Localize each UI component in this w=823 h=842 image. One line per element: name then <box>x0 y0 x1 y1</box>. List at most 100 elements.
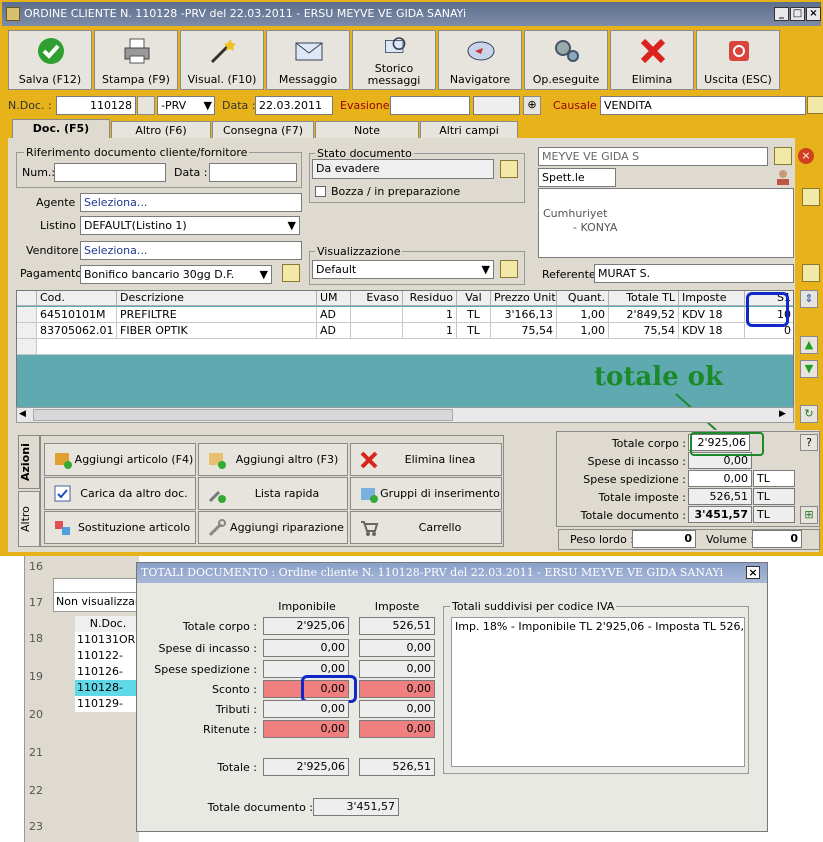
evasione-extra-field[interactable] <box>473 96 520 115</box>
cell-um[interactable]: AD <box>317 323 351 339</box>
save-button[interactable]: Salva (F12) <box>8 30 92 90</box>
visual-folder-icon[interactable] <box>500 260 518 278</box>
op-eseguite-button[interactable]: Op.eseguite <box>524 30 608 90</box>
calculator-icon[interactable]: ⊞ <box>800 506 818 524</box>
dlg-totale-imp[interactable]: 2'925,06 <box>263 758 349 776</box>
referente-folder-icon[interactable] <box>802 264 820 282</box>
add-article-button[interactable]: Aggiungi articolo (F4) <box>44 443 196 476</box>
col-header[interactable]: Evaso <box>351 291 403 306</box>
imposte-currency[interactable]: TL <box>753 488 795 505</box>
spedizione-currency[interactable]: TL <box>753 470 795 487</box>
dlg-tax-spedizione[interactable]: 0,00 <box>359 660 435 678</box>
tab-doc[interactable]: Doc. (F5) <box>12 119 110 138</box>
stato-field[interactable]: Da evadere <box>312 159 494 179</box>
dlg-tax-sconto[interactable]: 0,00 <box>359 680 435 698</box>
documento-currency[interactable]: TL <box>753 506 795 523</box>
grid-scrollbar[interactable]: ◀ ▶ <box>16 407 794 423</box>
message-button[interactable]: Messaggio <box>266 30 350 90</box>
cell-desc[interactable]: FIBER OPTIK <box>117 323 317 339</box>
cell-price[interactable]: 75,54 <box>491 323 557 339</box>
cell-residuo[interactable]: 1 <box>403 307 457 323</box>
dlg-imp-ritenute[interactable]: 0,00 <box>263 720 349 738</box>
col-header[interactable]: UM <box>317 291 351 306</box>
dlg-doc-value[interactable]: 3'451,57 <box>313 798 399 816</box>
volume-field[interactable]: 0 <box>752 530 802 548</box>
replace-article-button[interactable]: Sostituzione articolo <box>44 511 196 544</box>
tab-azioni[interactable]: Azioni <box>18 435 40 489</box>
venditore-field[interactable]: Seleziona... <box>80 241 302 260</box>
client-address-box[interactable]: Cumhuriyet - KONYA <box>538 188 794 258</box>
insert-groups-button[interactable]: Gruppi di inserimento <box>350 477 502 510</box>
col-header[interactable]: Imposte <box>679 291 745 306</box>
move-updown-icon[interactable]: ⇕ <box>800 290 818 308</box>
visual-button[interactable]: Visual. (F10) <box>180 30 264 90</box>
cell-um[interactable]: AD <box>317 307 351 323</box>
bozza-checkbox[interactable] <box>315 186 326 197</box>
row-selector[interactable] <box>17 307 37 323</box>
spett-field[interactable]: Spett.le <box>538 168 616 187</box>
load-doc-button[interactable]: Carica da altro doc. <box>44 477 196 510</box>
col-header[interactable]: Residuo <box>403 291 457 306</box>
pagamento-select[interactable]: Bonifico bancario 30gg D.F. ▼ <box>80 265 272 284</box>
client-name-field[interactable]: MEYVE VE GIDA S <box>538 147 768 166</box>
col-header[interactable]: Cod. <box>37 291 117 306</box>
agente-field[interactable]: Seleziona... <box>80 193 302 212</box>
repair-button[interactable]: Aggiungi riparazione <box>198 511 348 544</box>
cell-desc[interactable]: PREFILTRE <box>117 307 317 323</box>
bg-row[interactable]: 110126-PRV <box>75 664 141 680</box>
listino-select[interactable]: DEFAULT(Listino 1) ▼ <box>80 216 300 235</box>
referente-field[interactable]: MURAT S. <box>594 264 794 283</box>
ndoc-lookup-button[interactable] <box>137 96 155 115</box>
dlg-imp-incasso[interactable]: 0,00 <box>263 639 349 657</box>
print-button[interactable]: Stampa (F9) <box>94 30 178 90</box>
cell-tax[interactable]: KDV 18 <box>679 307 745 323</box>
cell-tax[interactable]: KDV 18 <box>679 323 745 339</box>
col-header[interactable]: Quant. <box>557 291 609 306</box>
totale-documento-field[interactable]: 3'451,57 <box>688 506 752 523</box>
bg-row-selected[interactable]: 110128-PRV <box>75 680 141 696</box>
visual-select[interactable]: Default ▼ <box>312 260 494 279</box>
dlg-imp-tributi[interactable]: 0,00 <box>263 700 349 718</box>
cell-evaso[interactable] <box>351 323 403 339</box>
navigator-button[interactable]: Navigatore <box>438 30 522 90</box>
causale-folder-icon[interactable] <box>807 96 823 114</box>
cell-val[interactable]: TL <box>457 307 491 323</box>
ndoc-field[interactable]: 110128 <box>56 96 136 115</box>
col-header[interactable]: Prezzo Unit <box>491 291 557 306</box>
cell-qty[interactable]: 1,00 <box>557 307 609 323</box>
totale-imposte-field[interactable]: 526,51 <box>688 488 752 505</box>
add-other-button[interactable]: Aggiungi altro (F3) <box>198 443 348 476</box>
dlg-totale-tax[interactable]: 526,51 <box>359 758 435 776</box>
cell-total[interactable]: 2'849,52 <box>609 307 679 323</box>
row-selector[interactable] <box>17 323 37 339</box>
col-header[interactable]: Totale TL <box>609 291 679 306</box>
evasione-field[interactable] <box>390 96 470 115</box>
date-field[interactable]: 22.03.2011 <box>255 96 333 115</box>
pagamento-folder-icon[interactable] <box>282 264 300 282</box>
cell-residuo[interactable]: 1 <box>403 323 457 339</box>
refresh-icon[interactable]: ↻ <box>800 405 818 423</box>
col-header[interactable]: Descrizione <box>117 291 317 306</box>
row-selector[interactable] <box>17 339 37 355</box>
scroll-left-icon[interactable]: ◀ <box>19 409 31 421</box>
arrow-up-icon[interactable]: ▲ <box>800 336 818 354</box>
delete-line-button[interactable]: Elimina linea <box>350 443 502 476</box>
rif-date-field[interactable] <box>209 163 297 182</box>
help-button[interactable]: ? <box>800 434 818 451</box>
scroll-right-icon[interactable]: ▶ <box>779 409 791 421</box>
tab-altro-side[interactable]: Altro <box>18 491 40 547</box>
scroll-thumb[interactable] <box>33 409 453 421</box>
cell-code[interactable]: 83705062.01 <box>37 323 117 339</box>
causale-field[interactable]: VENDITA <box>600 96 806 115</box>
message-history-button[interactable]: Storico messaggi <box>352 30 436 90</box>
client-folder-icon[interactable] <box>774 147 792 165</box>
minimize-button[interactable]: _ <box>774 7 789 21</box>
bg-row[interactable]: 110131ORD <box>75 632 141 648</box>
bg-row[interactable]: 110122-PRV <box>75 648 141 664</box>
delete-button[interactable]: Elimina <box>610 30 694 90</box>
stato-folder-icon[interactable] <box>500 160 518 178</box>
spese-spedizione-field[interactable]: 0,00 <box>688 470 752 487</box>
dlg-tax-ritenute[interactable]: 0,00 <box>359 720 435 738</box>
cart-button[interactable]: Carrello <box>350 511 502 544</box>
close-button[interactable]: × <box>806 7 821 21</box>
